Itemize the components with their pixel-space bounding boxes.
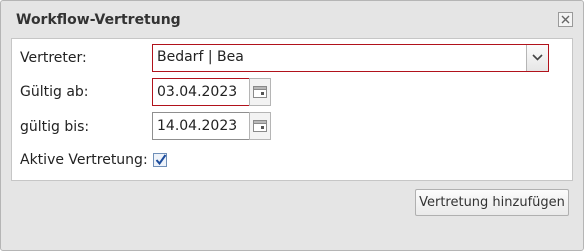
vertreter-select-value: Bedarf | Bea: [157, 49, 244, 65]
vertreter-label: Vertreter:: [20, 50, 87, 66]
dialog-titlebar: Workflow-Vertretung: [1, 1, 583, 39]
close-icon: [561, 15, 570, 24]
gueltig-bis-calendar-button[interactable]: [249, 112, 271, 140]
dialog-window: Workflow-Vertretung Vertreter: Bedarf | …: [0, 0, 584, 251]
gueltig-bis-input[interactable]: [152, 112, 250, 140]
checkmark-icon: [155, 154, 167, 166]
aktive-vertretung-checkbox[interactable]: [153, 153, 167, 167]
calendar-icon: [253, 86, 267, 98]
gueltig-ab-calendar-button[interactable]: [249, 78, 271, 106]
gueltig-ab-label: Gültig ab:: [20, 84, 89, 100]
gueltig-bis-label: gültig bis:: [20, 119, 90, 135]
chevron-down-icon: [532, 54, 543, 61]
form-panel: Vertreter: Bedarf | Bea Gültig ab: gülti…: [11, 38, 573, 181]
dialog-title: Workflow-Vertretung: [16, 12, 181, 28]
gueltig-ab-input[interactable]: [152, 78, 250, 106]
add-vertretung-button[interactable]: Vertretung hinzufügen: [415, 189, 569, 216]
vertreter-dropdown-button[interactable]: [526, 45, 548, 71]
calendar-icon: [253, 120, 267, 132]
vertreter-select[interactable]: Bedarf | Bea: [152, 44, 549, 72]
close-button[interactable]: [558, 12, 573, 27]
aktive-vertretung-label: Aktive Vertretung:: [20, 152, 148, 168]
